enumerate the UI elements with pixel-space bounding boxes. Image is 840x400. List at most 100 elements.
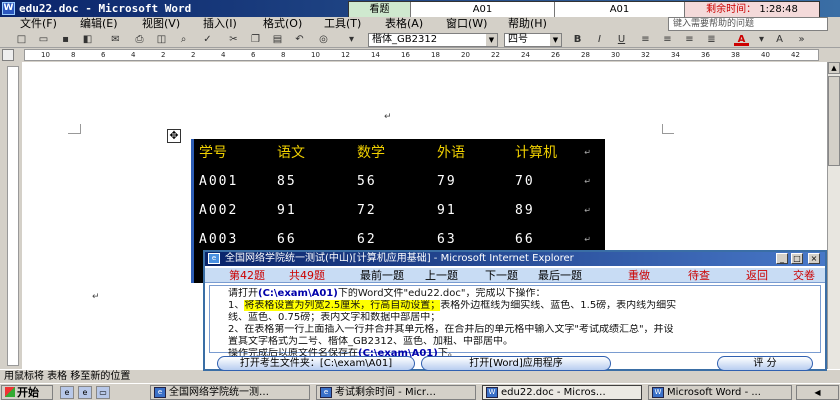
- table-move-handle-icon[interactable]: ✥: [167, 129, 181, 143]
- table-cell[interactable]: 72: [354, 197, 377, 225]
- speaker-icon[interactable]: ◀: [814, 388, 820, 397]
- dialog-title: 全国网络学院统一测试(中山)[计算机应用基础] - Microsoft Inte…: [225, 253, 574, 264]
- prev-question-button[interactable]: 上一题: [425, 268, 458, 283]
- chevron-down-icon: ▼: [550, 34, 561, 46]
- score-button[interactable]: 评 分: [717, 356, 813, 371]
- horizontal-ruler[interactable]: 10 8 6 4 2 2 4 6 8 10 12 14 16 18 20 22 24 26 28 30 32 34 36 38…: [24, 49, 819, 61]
- last-question-button[interactable]: 最后一题: [538, 268, 582, 283]
- menu-format[interactable]: 格式(O): [263, 17, 302, 31]
- research-icon[interactable]: ⌕: [176, 33, 191, 46]
- dialog-footer: 打开考生文件夹：[C:\exam\A01] 打开[Word]应用程序 评 分: [205, 355, 825, 371]
- ie-icon[interactable]: e: [60, 386, 74, 399]
- ruler-tick-label: 20: [461, 51, 470, 59]
- table-cell[interactable]: 85: [274, 168, 297, 196]
- table-header-cell[interactable]: 语文: [274, 139, 305, 167]
- redo-button[interactable]: 重做: [628, 268, 650, 283]
- table-cell[interactable]: A002: [196, 197, 238, 225]
- print-preview-icon[interactable]: ◫: [154, 33, 169, 46]
- ruler-tick-label: 10: [311, 51, 320, 59]
- print-icon[interactable]: ⎙: [132, 33, 147, 46]
- toolbar: □ ▭ ▪ ◧ ✉ ⎙ ◫ ⌕ ✓ ✂ ❐ ▤ ↶ ◎ ▾ 楷体_GB2312 …: [0, 31, 840, 48]
- paste-icon[interactable]: ▤: [270, 33, 285, 46]
- table-cell[interactable]: 70: [512, 168, 535, 196]
- align-left-icon[interactable]: ≡: [638, 33, 653, 46]
- taskbar-item-label: 考试剩余时间 - Micr…: [335, 387, 436, 398]
- instruction-path: (C:\exam\A01): [258, 288, 338, 299]
- back-button[interactable]: 返回: [746, 268, 768, 283]
- next-question-button[interactable]: 下一题: [485, 268, 518, 283]
- table-header-cell[interactable]: 学号: [196, 139, 227, 167]
- table-header-cell[interactable]: 计算机: [512, 139, 557, 167]
- justify-icon[interactable]: ≣: [704, 33, 719, 46]
- open-word-app-button[interactable]: 打开[Word]应用程序: [421, 356, 611, 371]
- minimize-icon[interactable]: _: [776, 253, 788, 264]
- ruler-tick-label: 8: [71, 51, 76, 59]
- table-cell[interactable]: 79: [434, 168, 457, 196]
- shrink-font-icon[interactable]: A: [772, 33, 787, 46]
- vertical-scrollbar[interactable]: ▲: [827, 62, 840, 369]
- underline-button[interactable]: U: [614, 33, 629, 46]
- scroll-thumb[interactable]: [828, 76, 840, 166]
- taskbar-item[interactable]: e 全国网络学院统一测…: [150, 385, 310, 400]
- font-size-select[interactable]: 四号 ▼: [504, 33, 562, 47]
- taskbar-item[interactable]: e 考试剩余时间 - Micr…: [316, 385, 476, 400]
- chevron-down-icon[interactable]: ▾: [754, 33, 769, 46]
- table-cell[interactable]: 91: [274, 197, 297, 225]
- menu-edit[interactable]: 编辑(E): [80, 17, 118, 31]
- current-folder-2: A01: [555, 2, 685, 17]
- menu-table[interactable]: 表格(A): [385, 17, 423, 31]
- maximize-icon[interactable]: □: [791, 253, 803, 264]
- table-header-cell[interactable]: 数学: [354, 139, 385, 167]
- bold-button[interactable]: B: [570, 33, 585, 46]
- font-name-select[interactable]: 楷体_GB2312 ▼: [368, 33, 498, 47]
- spelling-icon[interactable]: ✓: [200, 33, 215, 46]
- menu-view[interactable]: 视图(V): [142, 17, 180, 31]
- undo-icon[interactable]: ↶: [292, 33, 307, 46]
- table-cell[interactable]: 89: [512, 197, 535, 225]
- submit-button[interactable]: 交卷: [793, 268, 815, 283]
- font-color-button[interactable]: A: [734, 33, 749, 46]
- ruler-tick-label: 40: [761, 51, 770, 59]
- open-exam-folder-button[interactable]: 打开考生文件夹：[C:\exam\A01]: [217, 356, 415, 371]
- email-icon[interactable]: ✉: [108, 33, 123, 46]
- start-button[interactable]: 开始: [1, 385, 53, 400]
- menu-file[interactable]: 文件(F): [20, 17, 57, 31]
- desktop-icon[interactable]: ▭: [96, 386, 110, 399]
- scroll-up-icon[interactable]: ▲: [828, 62, 840, 74]
- remaining-time-label: 剩余时间：: [706, 4, 757, 15]
- new-document-icon[interactable]: □: [14, 33, 29, 46]
- taskbar-item-active[interactable]: Wedu22.doc - Micros…: [482, 385, 642, 400]
- ie-icon[interactable]: e: [78, 386, 92, 399]
- question-instructions: 请打开(C:\exam\A01)下的Word文件"edu22.doc"，完成以下…: [209, 285, 821, 359]
- pending-button[interactable]: 待查: [688, 268, 710, 283]
- save-icon[interactable]: ▪: [58, 33, 73, 46]
- dropdown-arrow-icon[interactable]: ▾: [344, 33, 359, 46]
- cut-icon[interactable]: ✂: [226, 33, 241, 46]
- ruler-tick-label: 16: [401, 51, 410, 59]
- first-question-button[interactable]: 最前一题: [360, 268, 404, 283]
- menu-window[interactable]: 窗口(W): [446, 17, 487, 31]
- align-center-icon[interactable]: ≡: [660, 33, 675, 46]
- menu-insert[interactable]: 插入(I): [203, 17, 237, 31]
- table-cell[interactable]: 91: [434, 197, 457, 225]
- tab-selector-icon[interactable]: [2, 49, 14, 61]
- ruler-tick-label: 28: [581, 51, 590, 59]
- taskbar-item[interactable]: W Microsoft Word - ...: [648, 385, 792, 400]
- align-right-icon[interactable]: ≡: [682, 33, 697, 46]
- hyperlink-icon[interactable]: ◎: [316, 33, 331, 46]
- toolbar-options-icon[interactable]: »: [794, 33, 809, 46]
- permission-icon[interactable]: ◧: [80, 33, 95, 46]
- menu-tools[interactable]: 工具(T): [324, 17, 361, 31]
- close-icon[interactable]: ×: [808, 253, 820, 264]
- table-cell[interactable]: 56: [354, 168, 377, 196]
- table-header-cell[interactable]: 外语: [434, 139, 465, 167]
- copy-icon[interactable]: ❐: [248, 33, 263, 46]
- dialog-title-bar[interactable]: e 全国网络学院统一测试(中山)[计算机应用基础] - Microsoft In…: [205, 252, 825, 266]
- view-question-label[interactable]: 看题: [349, 2, 411, 17]
- open-icon[interactable]: ▭: [36, 33, 51, 46]
- table-cell[interactable]: A001: [196, 168, 238, 196]
- help-search-input[interactable]: 键入需要帮助的问题: [668, 17, 828, 31]
- italic-button[interactable]: I: [592, 33, 607, 46]
- vertical-ruler-strip[interactable]: [7, 66, 19, 366]
- menu-help[interactable]: 帮助(H): [508, 17, 547, 31]
